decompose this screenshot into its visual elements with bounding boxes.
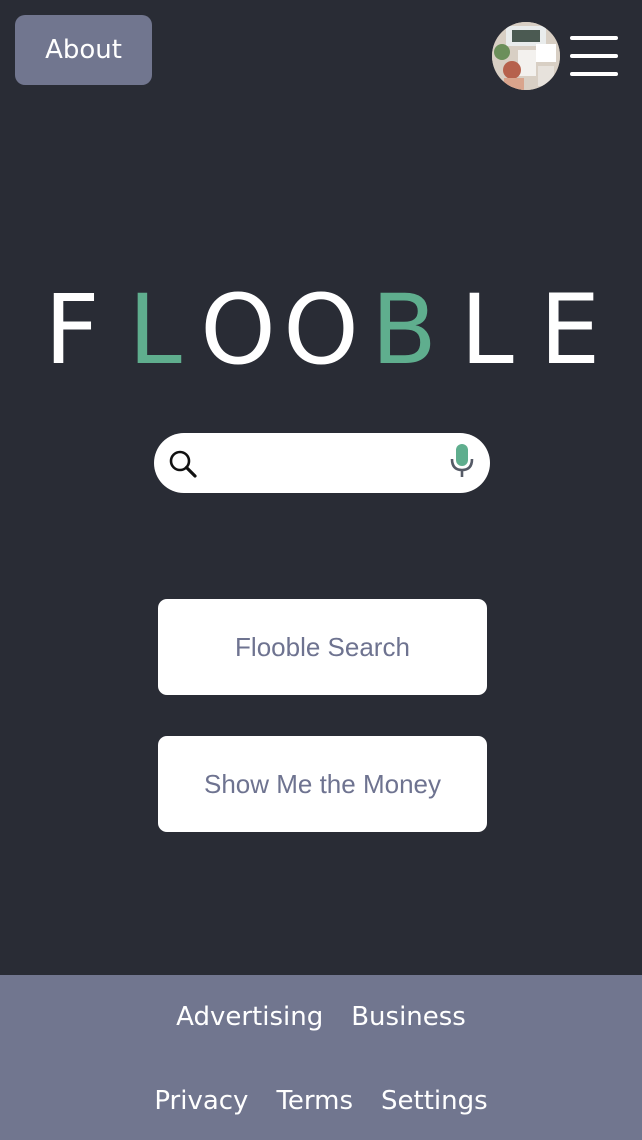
flooble-search-button[interactable]: Flooble Search [158, 599, 487, 695]
logo-letter: L [460, 274, 514, 386]
search-bar[interactable] [154, 433, 490, 493]
footer: Advertising Business Privacy Terms Setti… [0, 975, 642, 1140]
logo-letter: B [371, 274, 437, 386]
user-avatar-icon [492, 22, 560, 90]
footer-link-business[interactable]: Business [351, 999, 466, 1035]
logo-letter: L [128, 274, 182, 386]
footer-row: Privacy Terms Settings [0, 1083, 642, 1119]
footer-row: Advertising Business [0, 999, 642, 1035]
page: About F L O O B L E Flooble Search Show … [0, 0, 642, 1140]
microphone-icon[interactable] [450, 443, 474, 479]
footer-link-settings[interactable]: Settings [381, 1083, 488, 1119]
about-button[interactable]: About [15, 15, 152, 85]
menu-bar [570, 72, 618, 76]
avatar[interactable] [492, 22, 560, 90]
logo-letter: O [283, 274, 359, 386]
logo-letter: E [539, 274, 601, 386]
menu-bar [570, 36, 618, 40]
show-me-the-money-button[interactable]: Show Me the Money [158, 736, 487, 832]
search-input[interactable] [206, 443, 440, 485]
menu-bar [570, 54, 618, 58]
hamburger-menu-icon[interactable] [570, 34, 618, 78]
footer-link-advertising[interactable]: Advertising [176, 999, 323, 1035]
logo-letter: F [44, 274, 100, 386]
search-icon[interactable] [167, 448, 199, 480]
logo-letter: O [200, 274, 276, 386]
flooble-logo: F L O O B L E [0, 274, 642, 386]
footer-link-privacy[interactable]: Privacy [154, 1083, 248, 1119]
footer-link-terms[interactable]: Terms [276, 1083, 353, 1119]
